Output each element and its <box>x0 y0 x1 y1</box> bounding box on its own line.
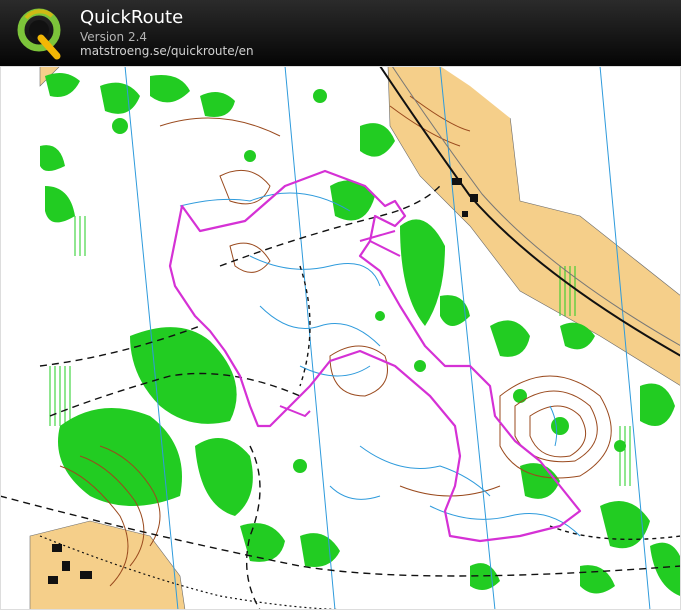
quickroute-logo-icon <box>17 8 61 60</box>
app-version: Version 2.4 <box>80 30 148 44</box>
orienteering-map[interactable] <box>0 66 681 610</box>
app-url[interactable]: matstroeng.se/quickroute/en <box>80 44 254 58</box>
app-title: QuickRoute <box>80 7 184 28</box>
app-header: QuickRoute Version 2.4 matstroeng.se/qui… <box>0 0 681 66</box>
